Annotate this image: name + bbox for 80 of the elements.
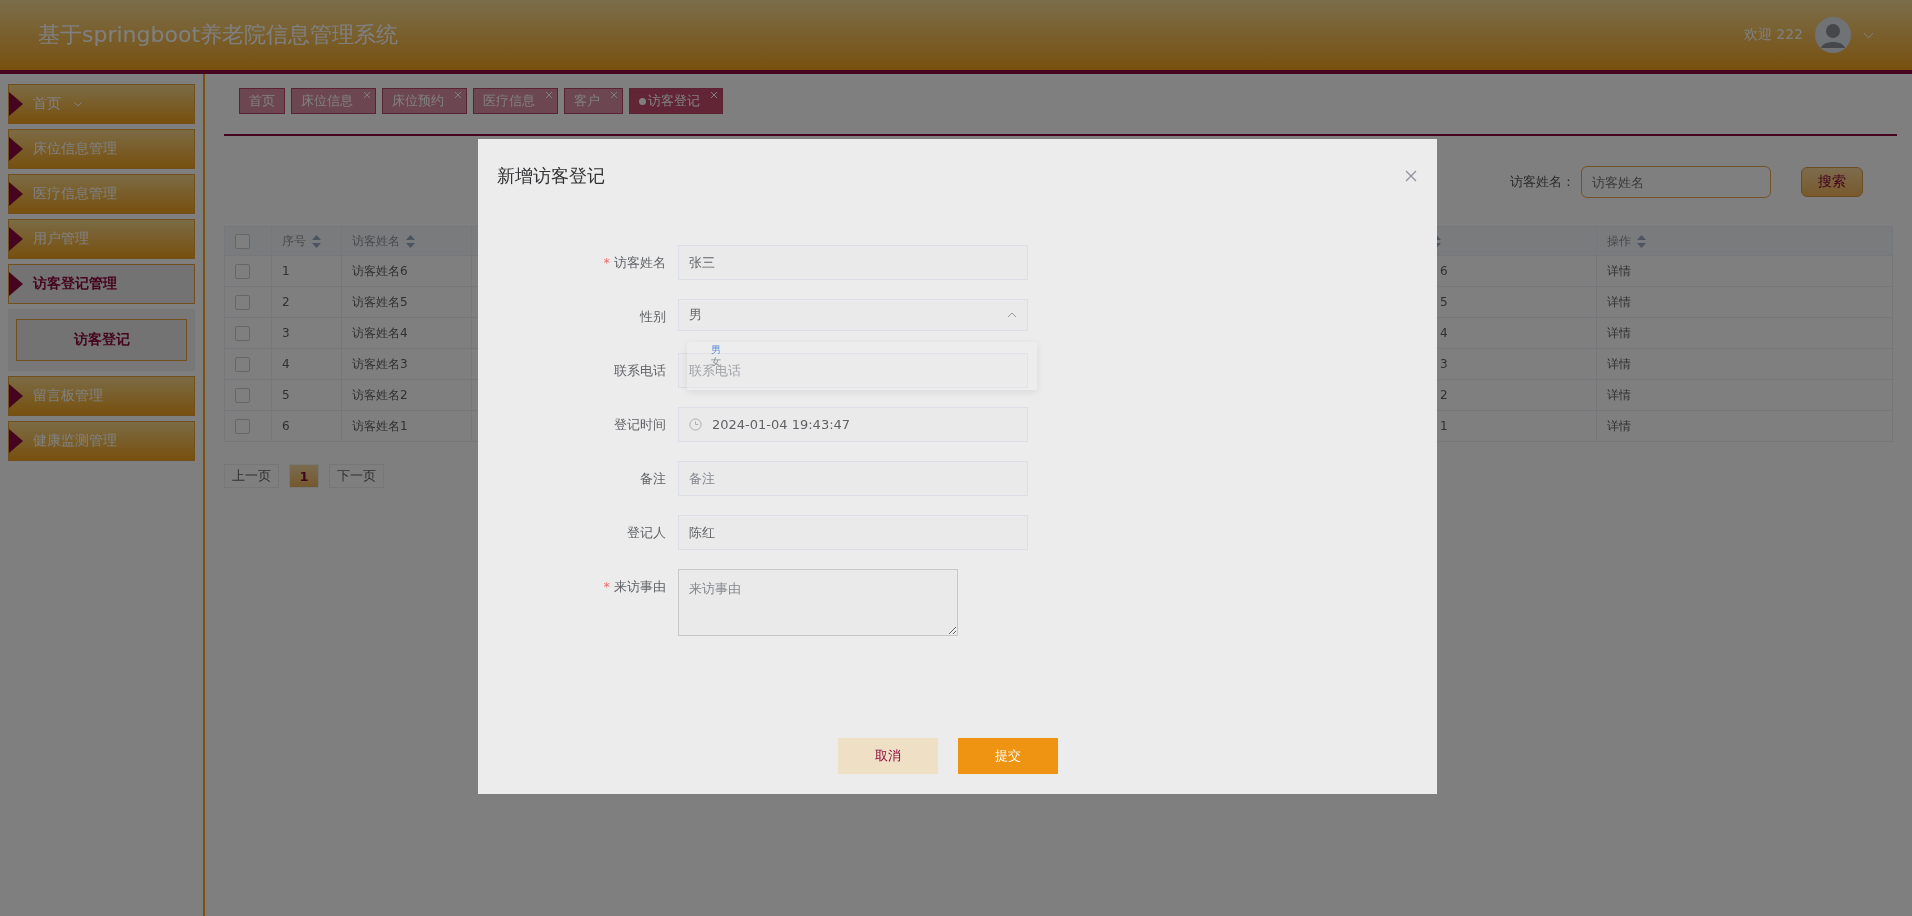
triangle-icon	[9, 272, 23, 296]
page-button[interactable]: 1	[289, 464, 319, 488]
checkbox[interactable]	[235, 325, 250, 341]
sidebar-item[interactable]: 医疗信息管理	[8, 174, 195, 214]
details-link[interactable]: 详情	[1607, 263, 1631, 278]
details-link[interactable]: 详情	[1607, 387, 1631, 402]
table-cell: 访客姓名1	[352, 418, 408, 433]
field-label: * 来访事由	[602, 578, 666, 596]
table-cell: 5	[282, 388, 290, 402]
sidebar-item[interactable]: 首页	[8, 84, 195, 124]
select-field[interactable]: 男	[678, 299, 1028, 331]
triangle-icon	[9, 182, 23, 206]
submit-button[interactable]: 提交	[957, 738, 1058, 774]
text-field[interactable]: 备注	[678, 461, 1028, 496]
dialog-title: 新增访客登记	[497, 164, 605, 188]
chevron-down-icon	[73, 101, 83, 107]
sidebar-item[interactable]: 留言板管理	[8, 376, 195, 416]
details-link[interactable]: 详情	[1607, 294, 1631, 309]
app-title: 基于springboot养老院信息管理系统	[38, 21, 399, 49]
triangle-icon	[9, 137, 23, 161]
checkbox[interactable]	[235, 418, 250, 434]
table-cell: 6	[282, 419, 290, 433]
checkbox[interactable]	[235, 263, 250, 279]
table-cell: 访客姓名3	[352, 356, 408, 371]
table-cell: 3	[282, 326, 290, 340]
field-label: * 访客姓名	[602, 254, 666, 272]
dropdown-option[interactable]: 男	[711, 344, 721, 356]
checkbox[interactable]	[235, 294, 250, 310]
checkbox[interactable]	[235, 233, 250, 249]
field-label: 登记时间	[613, 416, 666, 434]
triangle-icon	[9, 384, 23, 408]
table-cell: 访客姓名2	[352, 387, 408, 402]
search-field[interactable]: 访客姓名	[1581, 166, 1771, 198]
cancel-button[interactable]: 取消	[837, 738, 938, 774]
table-cell: 访客姓名4	[352, 325, 408, 340]
triangle-icon	[9, 227, 23, 251]
search-label: 访客姓名：	[1510, 173, 1575, 191]
search-button[interactable]: 搜索	[1801, 167, 1863, 197]
sidebar-item[interactable]: 床位信息管理	[8, 129, 195, 169]
welcome-text: 欢迎 222	[1743, 26, 1803, 44]
field-label: 性别	[639, 308, 666, 326]
field-label: 联系电话	[613, 362, 666, 380]
text-field[interactable]: 陈红	[678, 515, 1028, 550]
text-area[interactable]: 来访事由	[678, 569, 958, 636]
tab[interactable]: 访客登记	[629, 88, 723, 114]
table-cell: 6	[1440, 264, 1448, 278]
table-cell: 5	[1440, 295, 1448, 309]
details-link[interactable]: 详情	[1607, 325, 1631, 340]
triangle-icon	[9, 92, 23, 116]
table-cell: 1	[282, 264, 290, 278]
checkbox[interactable]	[235, 387, 250, 403]
sidebar-item[interactable]: 健康监测管理	[8, 421, 195, 461]
sidebar-item[interactable]: 用户管理	[8, 219, 195, 259]
table-cell: 1	[1440, 419, 1448, 433]
field-label: 登记人	[626, 524, 666, 542]
text-field[interactable]: 张三	[678, 245, 1028, 280]
sidebar-subitem[interactable]: 访客登记	[16, 319, 187, 361]
table-cell: 2	[1440, 388, 1448, 402]
date-time-field[interactable]: 2024-01-04 19:43:47	[678, 407, 1028, 442]
details-link[interactable]: 详情	[1607, 356, 1631, 371]
table-cell: 4	[282, 357, 290, 371]
chevron-down-icon[interactable]	[1863, 31, 1874, 39]
caret-icon	[1007, 312, 1017, 318]
details-link[interactable]: 详情	[1607, 418, 1631, 433]
table-cell: 访客姓名6	[352, 263, 408, 278]
close-icon[interactable]	[1405, 170, 1417, 182]
sort-icon[interactable]	[312, 234, 321, 248]
avatar-icon[interactable]	[1815, 17, 1851, 53]
checkbox[interactable]	[235, 356, 250, 372]
sort-icon[interactable]	[406, 234, 415, 248]
sidebar-item[interactable]: 访客登记管理	[8, 264, 195, 304]
table-cell: 2	[282, 295, 290, 309]
field-label: 备注	[639, 470, 666, 488]
sort-icon[interactable]	[1637, 234, 1646, 248]
active-dot-icon	[639, 97, 646, 105]
table-cell: 4	[1440, 326, 1448, 340]
table-cell: 访客姓名5	[352, 294, 408, 309]
clock-icon	[689, 418, 702, 431]
table-cell: 3	[1440, 357, 1448, 371]
triangle-icon	[9, 429, 23, 453]
